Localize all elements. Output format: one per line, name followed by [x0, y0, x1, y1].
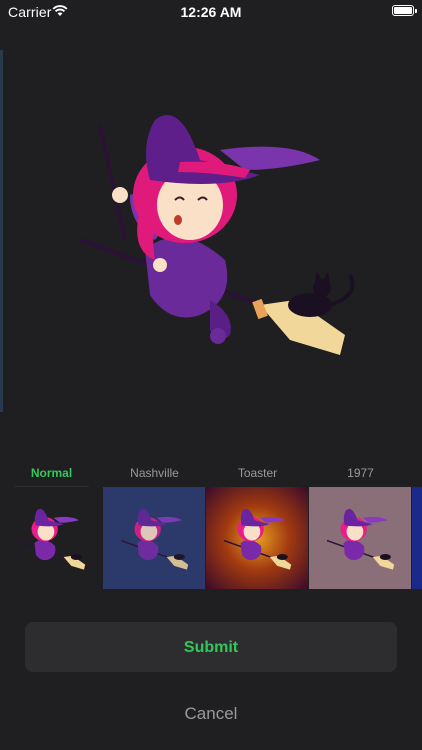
filter-label-1977[interactable]: 1977	[309, 466, 412, 480]
witch-illustration	[79, 115, 355, 355]
filter-label-normal[interactable]: Normal	[0, 466, 103, 488]
filter-thumb-toaster[interactable]	[206, 487, 308, 589]
filter-strip: Normal Nashville Toaster 1977	[0, 462, 422, 590]
filter-thumb-normal[interactable]	[0, 487, 102, 589]
battery-icon	[392, 5, 417, 16]
filter-labels: Normal Nashville Toaster 1977	[0, 462, 422, 488]
filter-label-nashville[interactable]: Nashville	[103, 466, 206, 480]
status-bar: Carrier 12:26 AM	[0, 0, 422, 24]
filter-label-toaster[interactable]: Toaster	[206, 466, 309, 480]
preview-edge	[0, 50, 3, 412]
cancel-button[interactable]: Cancel	[0, 704, 422, 724]
submit-button[interactable]: Submit	[25, 622, 397, 672]
filter-thumb-1977[interactable]	[309, 487, 411, 589]
filter-thumb-next[interactable]	[412, 487, 422, 589]
filter-thumbnails	[0, 487, 422, 589]
status-time: 12:26 AM	[180, 4, 242, 20]
filter-thumb-nashville[interactable]	[103, 487, 205, 589]
photo-preview	[0, 50, 422, 412]
